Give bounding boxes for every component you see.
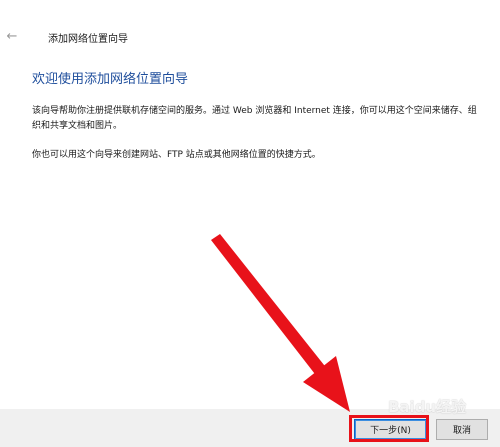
title-bar: ← 添加网络位置向导 (0, 0, 500, 46)
next-button[interactable]: 下一步(N) (354, 419, 427, 440)
arrow-head (303, 356, 350, 412)
description-paragraph: 该向导帮助你注册提供联机存储空间的服务。通过 Web 浏览器和 Internet… (32, 106, 477, 131)
wizard-window: ← 添加网络位置向导 欢迎使用添加网络位置向导 该向导帮助你注册提供联机存储空间… (0, 0, 500, 447)
cancel-button[interactable]: 取消 (436, 419, 488, 440)
back-arrow-icon: ← (6, 28, 18, 44)
secondary-paragraph: 你也可以用这个向导来创建网站、FTP 站点或其他网络位置的快捷方式。 (32, 150, 321, 160)
wizard-heading: 欢迎使用添加网络位置向导 (32, 72, 189, 87)
window-title: 添加网络位置向导 (48, 34, 128, 45)
back-button[interactable]: ← (2, 26, 22, 46)
arrow-shaft (211, 234, 328, 378)
